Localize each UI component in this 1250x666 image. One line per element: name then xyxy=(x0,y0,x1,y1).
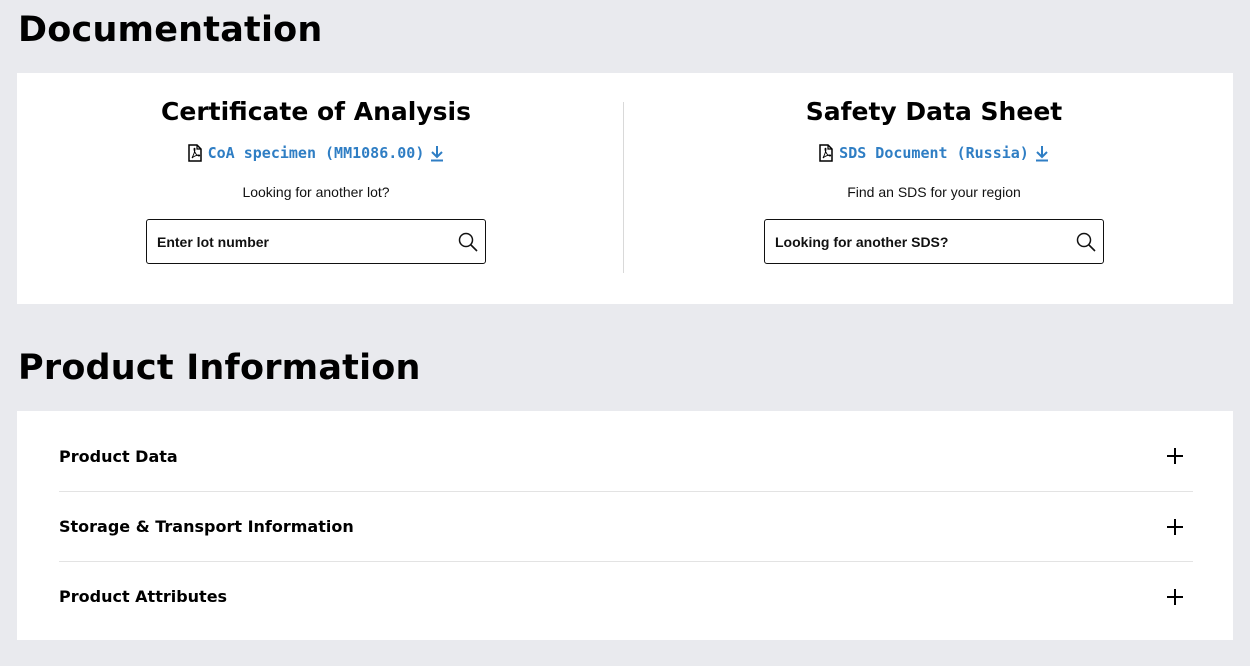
sds-heading: Safety Data Sheet xyxy=(805,97,1063,126)
sds-link-label[interactable]: SDS Document (Russia) xyxy=(839,144,1029,162)
sds-helper-text: Find an SDS for your region xyxy=(847,184,1021,200)
download-icon[interactable] xyxy=(430,145,444,162)
coa-helper-text: Looking for another lot? xyxy=(242,184,390,200)
product-information-card: Product Data Storage & Transport Informa… xyxy=(17,411,1233,640)
coa-download-link[interactable]: CoA specimen (MM1086.00) xyxy=(17,144,615,162)
accordion-label: Product Attributes xyxy=(59,587,228,606)
accordion-product-data[interactable]: Product Data xyxy=(59,421,1193,491)
plus-icon[interactable] xyxy=(1167,447,1185,465)
search-icon[interactable] xyxy=(1074,230,1098,254)
pdf-file-icon xyxy=(819,144,833,162)
accordion-storage-transport[interactable]: Storage & Transport Information xyxy=(59,491,1193,561)
search-icon[interactable] xyxy=(456,230,480,254)
coa-panel: Certificate of Analysis CoA specimen (MM… xyxy=(17,73,615,304)
sds-download-link[interactable]: SDS Document (Russia) xyxy=(625,144,1243,162)
accordion-product-attributes[interactable]: Product Attributes xyxy=(59,561,1193,631)
pdf-file-icon xyxy=(187,144,202,162)
accordion-label: Storage & Transport Information xyxy=(59,517,354,536)
sds-search-input[interactable] xyxy=(765,220,1074,263)
lot-number-input[interactable] xyxy=(147,220,456,263)
sds-panel: Safety Data Sheet SDS Document (Russia) … xyxy=(625,73,1243,304)
accordion-label: Product Data xyxy=(59,446,178,466)
coa-heading: Certificate of Analysis xyxy=(161,97,471,126)
plus-icon[interactable] xyxy=(1167,518,1185,536)
sds-search-box xyxy=(764,219,1104,264)
download-icon[interactable] xyxy=(1035,145,1049,162)
lot-search-box xyxy=(146,219,486,264)
product-information-heading: Product Information xyxy=(18,348,421,388)
plus-icon[interactable] xyxy=(1167,588,1185,606)
documentation-heading: Documentation xyxy=(18,10,323,50)
column-divider xyxy=(623,102,624,273)
documentation-card: Certificate of Analysis CoA specimen (MM… xyxy=(17,73,1233,304)
coa-link-label[interactable]: CoA specimen (MM1086.00) xyxy=(208,144,425,162)
